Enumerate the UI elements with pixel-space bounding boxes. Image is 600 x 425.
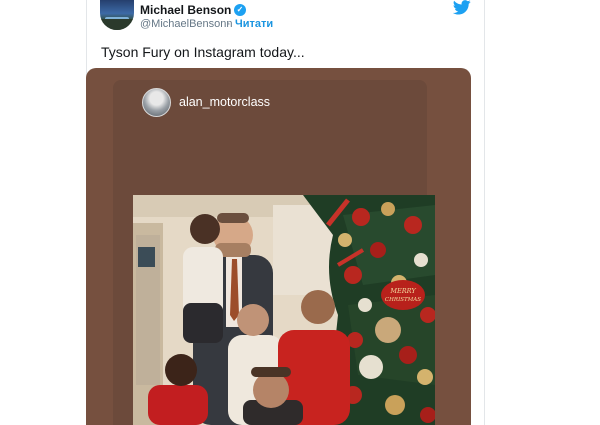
story-username: alan_motorclass <box>179 95 271 109</box>
svg-text:CHRISTMAS: CHRISTMAS <box>385 297 421 303</box>
author-handle[interactable]: @MichaelBensonn <box>140 18 233 30</box>
twitter-bird-icon[interactable] <box>453 0 471 15</box>
handle-separator: · <box>227 18 231 30</box>
photo-illustration: MERRY CHRISTMAS <box>133 195 435 425</box>
follow-link[interactable]: Читати <box>235 18 273 30</box>
svg-text:MERRY: MERRY <box>389 287 416 295</box>
christmas-photo: MERRY CHRISTMAS <box>133 195 435 425</box>
embedded-image[interactable]: alan_motorclass MERRY CHRISTMAS <box>86 68 471 425</box>
story-avatar <box>142 88 171 117</box>
verified-badge-icon: ✓ <box>234 4 246 16</box>
tweet-card[interactable]: Michael Benson ✓ @MichaelBensonn · Читат… <box>86 0 484 425</box>
author-name[interactable]: Michael Benson <box>140 3 231 17</box>
author-avatar[interactable] <box>100 0 134 30</box>
timeline-border-right <box>484 0 485 425</box>
tweet-text: Tyson Fury on Instagram today... <box>101 44 305 60</box>
